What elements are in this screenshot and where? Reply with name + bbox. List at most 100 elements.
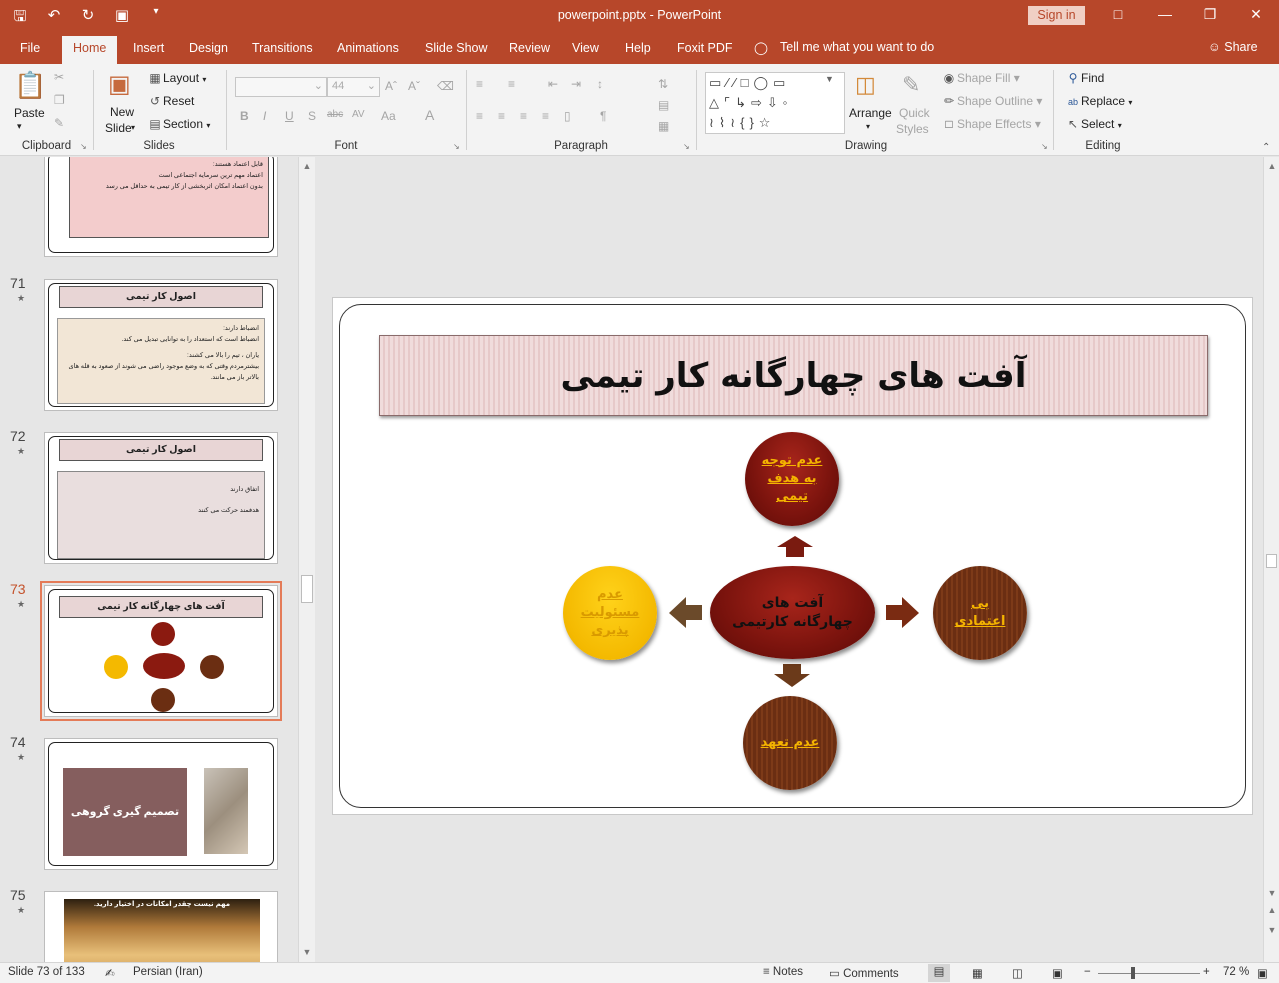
align-text-icon[interactable]: ▤ [658,98,669,112]
zoom-slider-thumb[interactable] [1131,967,1135,979]
smartart-icon[interactable]: ▦ [658,119,669,133]
tab-animations[interactable]: Animations [337,41,399,55]
font-launcher-icon[interactable]: ↘ [453,142,460,151]
minimize-icon[interactable]: — [1155,6,1175,22]
increase-indent-icon[interactable]: ⇥ [571,77,581,91]
slide-scrollbar[interactable]: ▲ ▼ ▲ ▼ [1263,157,1279,962]
slide-sorter-icon[interactable]: ▦ [972,966,983,980]
bold-icon[interactable]: B [240,109,249,123]
thumbnail-scrollbar[interactable]: ▲ ▼ [298,157,315,962]
arrange-icon[interactable]: ◫ [855,72,876,98]
decrease-font-size-icon[interactable]: Aˇ [408,79,420,93]
shape-outline-button[interactable]: ✏ Shape Outline ▾ [941,94,1042,108]
bottom-node[interactable]: عدم تعهد [743,696,837,790]
align-left-icon[interactable]: ≡ [476,109,483,123]
find-button[interactable]: ⚲ Find [1065,71,1105,85]
new-slide-icon[interactable]: ▣ [108,70,131,99]
decrease-indent-icon[interactable]: ⇤ [548,77,558,91]
strikethrough-icon[interactable]: abc [327,109,343,120]
tell-me-box[interactable]: ◯ Tell me what you want to do [754,40,934,55]
scroll-up-icon[interactable]: ▲ [300,161,314,171]
format-painter-icon[interactable]: ✎ [54,116,64,130]
tab-slide-show[interactable]: Slide Show [425,41,488,55]
ribbon-display-options-icon[interactable]: □ [1108,6,1128,22]
slide-title[interactable]: آفت های چهارگانه کار تیمی [379,335,1208,416]
slide-thumbnail-73[interactable]: آفت های چهارگانه کار تیمی [40,581,282,721]
text-shadow-icon[interactable]: S [308,109,316,123]
normal-view-icon[interactable]: ▤ [928,964,950,982]
slide-scroll-thumb[interactable] [1266,554,1277,568]
tab-home[interactable]: Home [62,36,118,64]
slide-counter[interactable]: Slide 73 of 133 [8,966,85,978]
next-slide-icon[interactable]: ▼ [1265,925,1279,935]
copy-icon[interactable]: ❐ [54,93,65,107]
scroll-down-icon[interactable]: ▼ [300,947,314,957]
tab-design[interactable]: Design [189,41,228,55]
increase-font-size-icon[interactable]: Aˆ [385,79,397,93]
slide-thumbnail-71[interactable]: اصول کار تیمی انضباط دارند: انضباط است ک… [44,279,278,411]
scroll-up-icon[interactable]: ▲ [1265,161,1279,171]
zoom-slider[interactable] [1098,973,1200,974]
slide-thumbnail-72[interactable]: اصول کار تیمی اتفاق دارند هدفمند حرکت می… [44,432,278,564]
fit-slide-icon[interactable]: ▣ [1257,966,1268,980]
align-right-icon[interactable]: ≡ [520,109,527,123]
thumbnail-scroll-thumb[interactable] [301,575,313,603]
reading-view-icon[interactable]: ◫ [1012,966,1023,980]
left-node[interactable]: عدم مسئولیت پذیری [563,566,657,660]
justify-icon[interactable]: ≡ [542,109,549,123]
text-direction-rtl-icon[interactable]: ¶ [600,109,606,123]
tab-transitions[interactable]: Transitions [252,41,313,55]
paste-button[interactable]: Paste [14,106,45,120]
paste-icon[interactable]: 📋 [14,70,46,101]
tab-help[interactable]: Help [625,41,651,55]
clear-formatting-icon[interactable]: ⌫ [437,79,454,93]
shape-effects-button[interactable]: □ Shape Effects ▾ [941,117,1040,131]
reset-button[interactable]: ↺ Reset [147,94,194,108]
slide-thumbnail-70[interactable]: قابل اعتماد هستند: اعتماد مهم ترین سرمای… [44,157,278,257]
zoom-level[interactable]: 72 % [1223,966,1249,978]
change-case-icon[interactable]: Aa [381,109,396,123]
tab-insert[interactable]: Insert [133,41,164,55]
zoom-out-icon[interactable]: − [1084,966,1091,978]
drawing-launcher-icon[interactable]: ↘ [1041,142,1048,151]
shape-fill-button[interactable]: ◉ Shape Fill ▾ [941,71,1020,85]
comments-button[interactable]: ▭ Comments [829,966,899,980]
arrange-button[interactable]: Arrange [849,106,892,120]
layout-button[interactable]: ▦ Layout ▾ [147,71,206,85]
slide-thumbnail-74[interactable]: تصمیم گیری گروهی [44,738,278,870]
quick-styles-label-2[interactable]: Styles [896,122,929,136]
zoom-in-icon[interactable]: + [1203,966,1210,978]
paste-dropdown-icon[interactable]: ▾ [17,121,22,132]
shapes-gallery[interactable]: ▭∕∕□◯▭ △⌜↳⇨⇩◦ ≀⌇≀{}☆ [705,72,845,134]
align-center-icon[interactable]: ≡ [498,109,505,123]
text-direction-icon[interactable]: ⇅ [658,77,668,91]
close-icon[interactable]: ✕ [1246,6,1266,23]
character-spacing-icon[interactable]: AV [352,109,365,120]
columns-icon[interactable]: ▯ [564,109,571,123]
arrange-dropdown-icon[interactable]: ▾ [866,122,870,131]
replace-button[interactable]: ab Replace ▾ [1065,94,1132,108]
restore-icon[interactable]: ❐ [1200,6,1220,23]
center-node[interactable]: آفت های چهارگانه کارتیمی [710,566,875,659]
bullets-icon[interactable]: ≡ [476,77,483,91]
right-node[interactable]: بی اعتمادی [933,566,1027,660]
line-spacing-icon[interactable]: ↕ [597,77,603,91]
select-button[interactable]: ↖ Select ▾ [1065,117,1122,131]
quick-styles-icon[interactable]: ✎ [902,72,920,98]
shapes-more-icon[interactable]: ▼ [825,74,834,84]
font-color-icon[interactable]: A [425,107,434,123]
slide-thumbnail-75[interactable]: مهم نیست چقدر امکانات در اختیار دارید. [44,891,278,962]
clipboard-launcher-icon[interactable]: ↘ [80,142,87,151]
underline-icon[interactable]: U [285,109,294,123]
share-button[interactable]: ☺ Share [1208,40,1258,54]
tab-foxit-pdf[interactable]: Foxit PDF [677,41,733,55]
new-slide-label[interactable]: New [110,105,134,119]
top-node[interactable]: عدم توجه به هدف تیمی [745,432,839,526]
tab-review[interactable]: Review [509,41,550,55]
tab-file[interactable]: File [20,41,40,55]
italic-icon[interactable]: I [263,109,266,123]
paragraph-launcher-icon[interactable]: ↘ [683,142,690,151]
font-name-combo[interactable]: ⌄ [235,77,327,97]
collapse-ribbon-icon[interactable]: ⌃ [1262,142,1270,153]
previous-slide-icon[interactable]: ▲ [1265,905,1279,915]
